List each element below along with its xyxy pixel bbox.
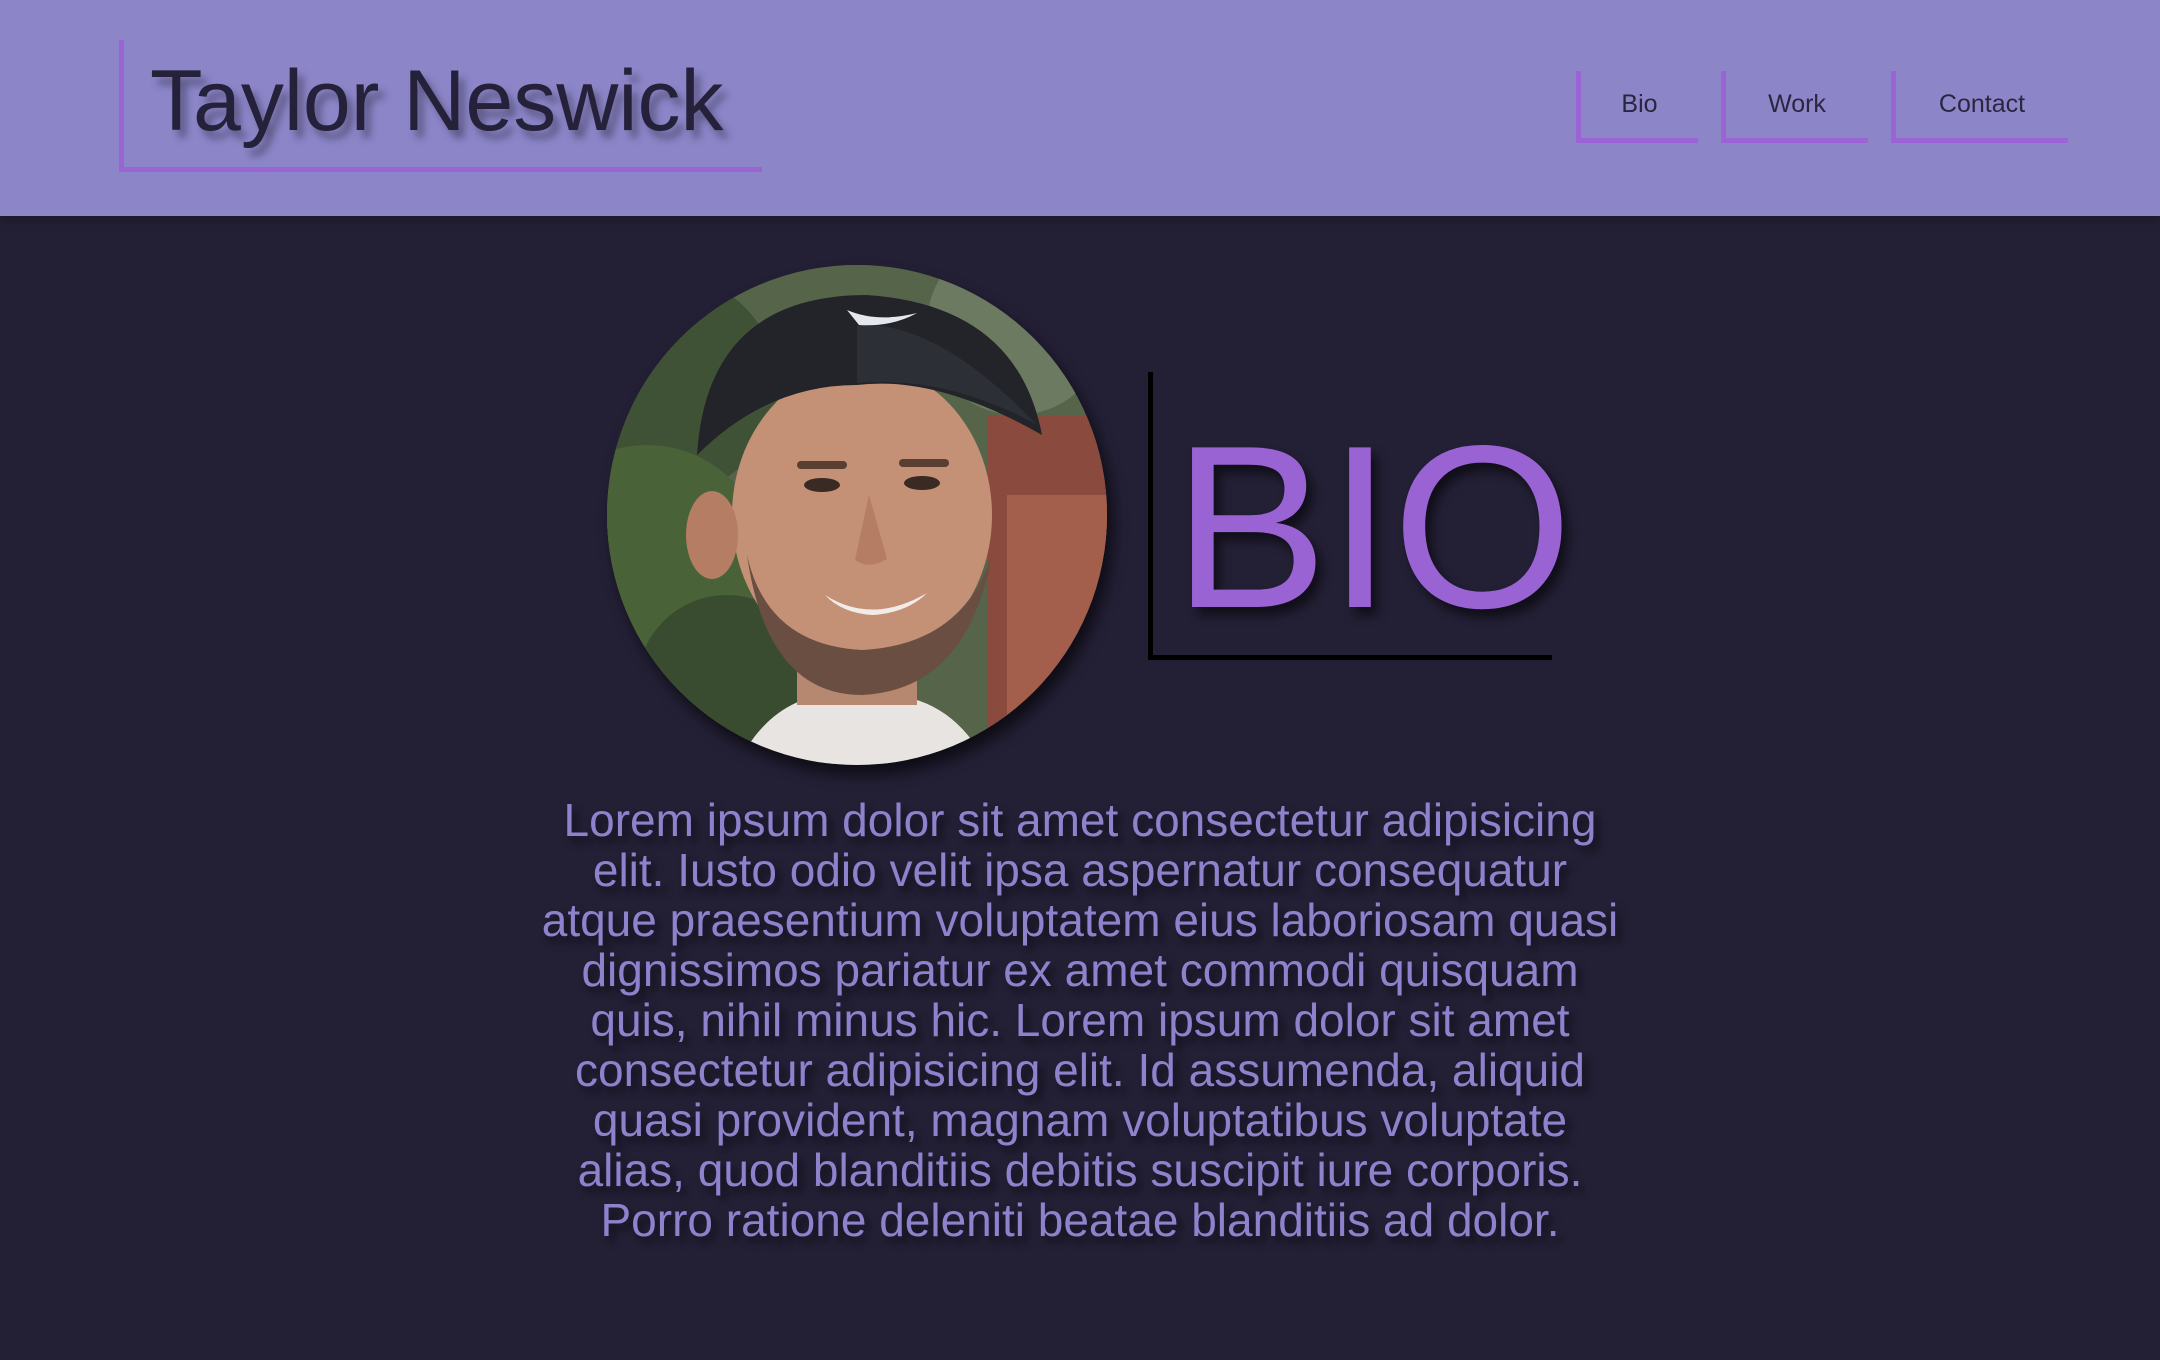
brand-block: Taylor Neswick <box>119 40 762 172</box>
profile-photo-illustration <box>607 265 1107 765</box>
nav-bio-link[interactable]: Bio <box>1576 71 1698 143</box>
site-header: Taylor Neswick Bio Work Contact <box>0 0 2160 216</box>
profile-photo <box>607 265 1107 765</box>
bio-heading: BIO <box>1173 398 1573 657</box>
bio-paragraph: Lorem ipsum dolor sit amet consectetur a… <box>541 794 1619 1246</box>
site-title: Taylor Neswick <box>150 53 724 149</box>
bio-heading-frame: BIO <box>1148 372 1573 660</box>
nav-work-link[interactable]: Work <box>1721 71 1868 143</box>
nav-contact-link[interactable]: Contact <box>1891 71 2068 143</box>
